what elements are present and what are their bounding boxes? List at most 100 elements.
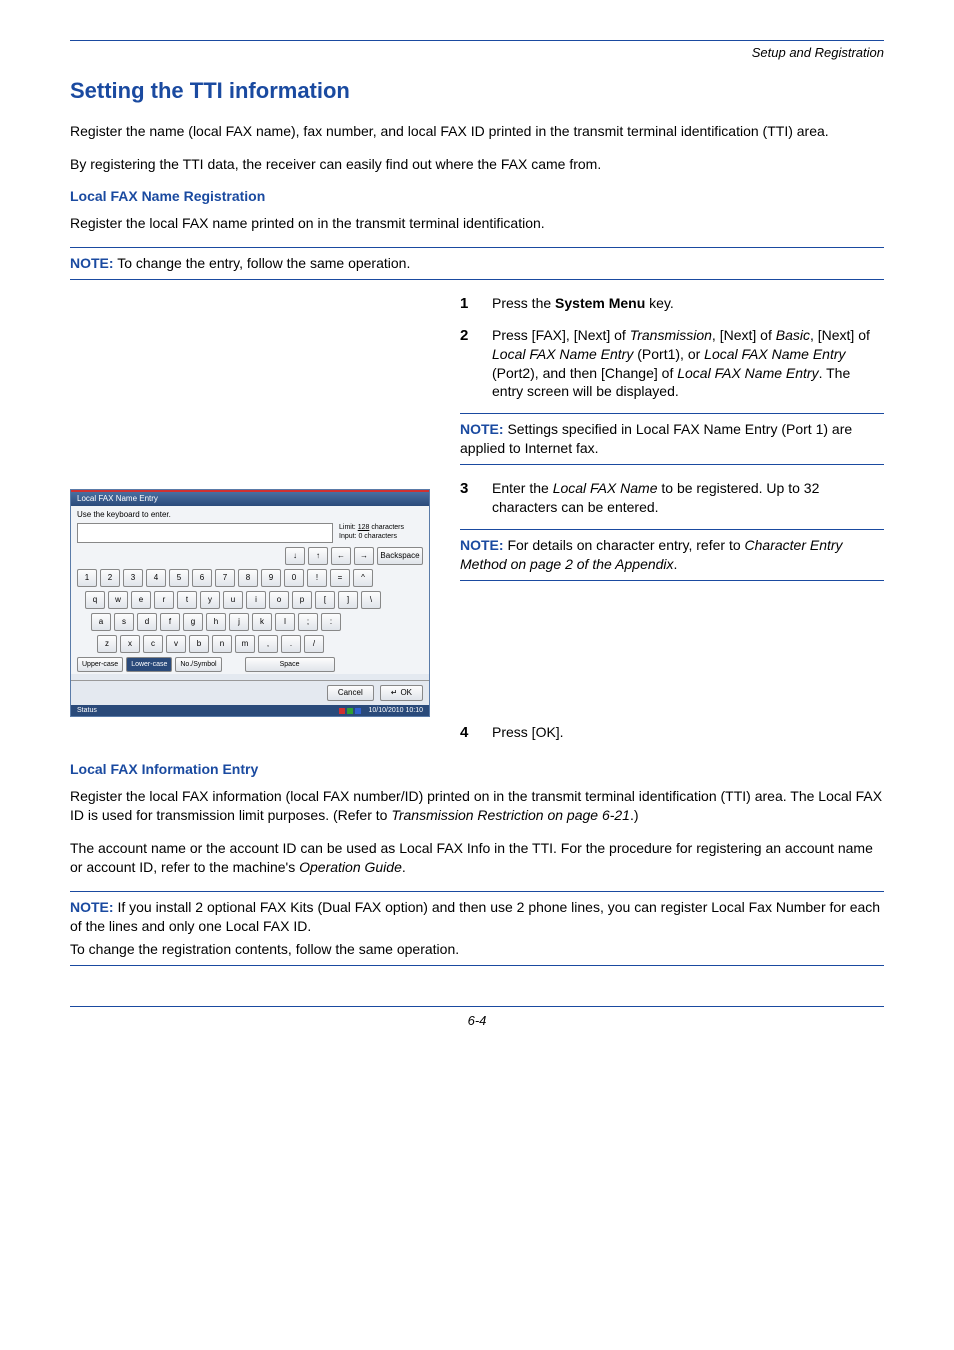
key[interactable]: ^ (353, 569, 373, 587)
note-3: NOTE: For details on character entry, re… (460, 529, 884, 581)
key[interactable]: 3 (123, 569, 143, 587)
enter-icon: ↵ (391, 689, 398, 697)
key[interactable]: o (269, 591, 289, 609)
kb-row-3: a s d f g h j k l ; : (77, 613, 423, 631)
backspace-key[interactable]: Backspace (377, 547, 423, 565)
key[interactable]: j (229, 613, 249, 631)
key[interactable]: m (235, 635, 255, 653)
key[interactable]: / (304, 635, 324, 653)
key[interactable]: e (131, 591, 151, 609)
key[interactable]: 2 (100, 569, 120, 587)
key[interactable]: 9 (261, 569, 281, 587)
sub2-para2: The account name or the account ID can b… (70, 839, 884, 877)
key[interactable]: 1 (77, 569, 97, 587)
status-icon (339, 708, 345, 714)
kb-title: Local FAX Name Entry (71, 490, 429, 506)
key[interactable]: c (143, 635, 163, 653)
note-2: NOTE: Settings specified in Local FAX Na… (460, 413, 884, 465)
key[interactable]: l (275, 613, 295, 631)
arrow-down-key[interactable]: ↓ (285, 547, 305, 565)
key[interactable]: . (281, 635, 301, 653)
space-button[interactable]: Space (245, 657, 335, 672)
key[interactable]: 8 (238, 569, 258, 587)
cancel-button[interactable]: Cancel (327, 685, 374, 701)
key[interactable]: ] (338, 591, 358, 609)
key[interactable]: x (120, 635, 140, 653)
key[interactable]: v (166, 635, 186, 653)
step-2-num: 2 (460, 326, 474, 402)
key[interactable]: \ (361, 591, 381, 609)
upper-case-button[interactable]: Upper-case (77, 657, 123, 672)
intro-2: By registering the TTI data, the receive… (70, 155, 884, 174)
keyboard-screenshot: Local FAX Name Entry Use the keyboard to… (70, 489, 430, 717)
key[interactable]: z (97, 635, 117, 653)
key[interactable]: 7 (215, 569, 235, 587)
status-icon (347, 708, 353, 714)
note-text: Settings specified in Local FAX Name Ent… (460, 421, 852, 456)
key[interactable]: = (330, 569, 350, 587)
kb-text-input[interactable] (77, 523, 333, 543)
arrow-left-key[interactable]: ← (331, 547, 351, 565)
key[interactable]: i (246, 591, 266, 609)
sub2-heading: Local FAX Information Entry (70, 761, 884, 777)
note-text-2: To change the registration contents, fol… (70, 940, 884, 959)
key[interactable]: p (292, 591, 312, 609)
key[interactable]: r (154, 591, 174, 609)
kb-row-1: 1 2 3 4 5 6 7 8 9 0 ! = ^ (77, 569, 423, 587)
step-3-text: Enter the Local FAX Name to be registere… (492, 479, 884, 517)
kb-row-4: z x c v b n m , . / (77, 635, 423, 653)
status-icon (355, 708, 361, 714)
note-text: To change the entry, follow the same ope… (114, 255, 411, 271)
key[interactable]: g (183, 613, 203, 631)
step-4-text: Press [OK]. (492, 723, 564, 743)
key[interactable]: h (206, 613, 226, 631)
note-label: NOTE: (460, 537, 504, 553)
key[interactable]: , (258, 635, 278, 653)
step-1-num: 1 (460, 294, 474, 314)
key[interactable]: s (114, 613, 134, 631)
key[interactable]: ! (307, 569, 327, 587)
note-1: NOTE: To change the entry, follow the sa… (70, 247, 884, 280)
key[interactable]: k (252, 613, 272, 631)
page-title: Setting the TTI information (70, 78, 884, 104)
arrow-up-key[interactable]: ↑ (308, 547, 328, 565)
note-label: NOTE: (70, 899, 114, 915)
note-text: If you install 2 optional FAX Kits (Dual… (70, 899, 880, 934)
key[interactable]: 6 (192, 569, 212, 587)
intro-1: Register the name (local FAX name), fax … (70, 122, 884, 141)
key[interactable]: 0 (284, 569, 304, 587)
sub1-text: Register the local FAX name printed on i… (70, 214, 884, 233)
key[interactable]: ; (298, 613, 318, 631)
key[interactable]: a (91, 613, 111, 631)
page-number: 6-4 (468, 1013, 487, 1028)
no-symbol-button[interactable]: No./Symbol (175, 657, 221, 672)
sub2-para1: Register the local FAX information (loca… (70, 787, 884, 825)
key[interactable]: u (223, 591, 243, 609)
note-label: NOTE: (460, 421, 504, 437)
key[interactable]: t (177, 591, 197, 609)
arrow-right-key[interactable]: → (354, 547, 374, 565)
key[interactable]: [ (315, 591, 335, 609)
key[interactable]: b (189, 635, 209, 653)
ok-button[interactable]: ↵ OK (380, 685, 423, 701)
status-datetime: 10/10/2010 10:10 (369, 707, 424, 714)
step-3-num: 3 (460, 479, 474, 517)
step-2-text: Press [FAX], [Next] of Transmission, [Ne… (492, 326, 884, 402)
key[interactable]: 4 (146, 569, 166, 587)
key[interactable]: : (321, 613, 341, 631)
kb-instruction: Use the keyboard to enter. (77, 511, 423, 519)
key[interactable]: y (200, 591, 220, 609)
key[interactable]: 5 (169, 569, 189, 587)
key[interactable]: n (212, 635, 232, 653)
kb-limit: Limit: 128 characters Input: 0 character… (337, 523, 423, 543)
key[interactable]: f (160, 613, 180, 631)
header-section: Setup and Registration (70, 45, 884, 60)
kb-row-2: q w e r t y u i o p [ ] \ (77, 591, 423, 609)
note-label: NOTE: (70, 255, 114, 271)
status-label: Status (77, 707, 97, 714)
key[interactable]: q (85, 591, 105, 609)
key[interactable]: d (137, 613, 157, 631)
note-4: NOTE: If you install 2 optional FAX Kits… (70, 891, 884, 966)
key[interactable]: w (108, 591, 128, 609)
lower-case-button[interactable]: Lower-case (126, 657, 172, 672)
